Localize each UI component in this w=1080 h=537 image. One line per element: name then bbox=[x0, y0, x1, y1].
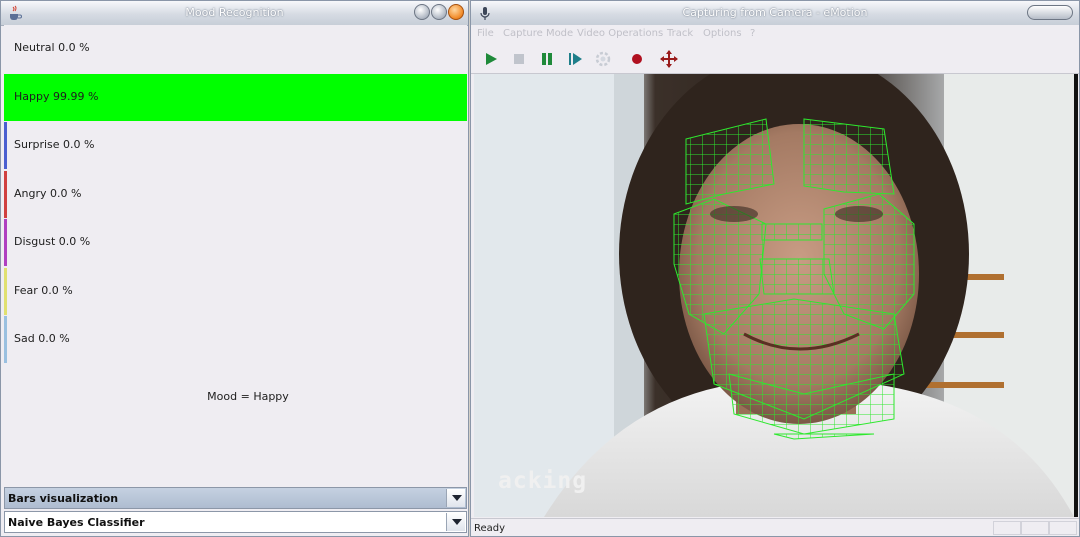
stop-icon[interactable] bbox=[509, 49, 529, 69]
visualization-select[interactable]: Bars visualization bbox=[4, 487, 467, 509]
window-title: Capturing from Camera - eMotion bbox=[682, 6, 868, 19]
window-title: Mood Recognition bbox=[185, 6, 284, 19]
tracking-label: acking bbox=[498, 468, 588, 494]
record-icon[interactable] bbox=[627, 49, 647, 69]
classifier-select[interactable]: Naive Bayes Classifier bbox=[4, 511, 467, 533]
move-icon[interactable] bbox=[659, 49, 679, 69]
menu-options[interactable]: Options bbox=[703, 28, 742, 39]
chevron-down-icon[interactable] bbox=[446, 513, 465, 531]
classifier-select-value: Naive Bayes Classifier bbox=[8, 516, 145, 529]
play-icon[interactable] bbox=[481, 49, 501, 69]
minimize-button[interactable] bbox=[414, 4, 430, 20]
menu-capture-mode[interactable]: Capture Mode bbox=[503, 28, 573, 39]
menu-file[interactable]: File bbox=[477, 28, 494, 39]
mood-bar-label: Neutral 0.0 % bbox=[14, 41, 90, 54]
mood-recognition-window: Mood Recognition Neutral 0.0 % Happy 99.9… bbox=[0, 0, 469, 537]
mood-bar-angry: Angry 0.0 % bbox=[4, 170, 467, 218]
mood-result: Mood = Happy bbox=[207, 390, 289, 403]
chevron-down-icon[interactable] bbox=[446, 489, 465, 507]
menu-bar: File Capture Mode Video Operations Track… bbox=[471, 25, 1079, 43]
toolbar bbox=[471, 44, 1079, 74]
step-forward-icon[interactable] bbox=[565, 49, 585, 69]
camera-video-feed: acking bbox=[474, 74, 1078, 517]
mood-bar-fear: Fear 0.0 % bbox=[4, 267, 467, 315]
menu-track[interactable]: Track bbox=[667, 28, 693, 39]
camera-frame bbox=[474, 74, 1078, 517]
status-cell bbox=[1021, 521, 1049, 535]
title-bar[interactable]: Capturing from Camera - eMotion bbox=[471, 1, 1079, 26]
mood-bar-label: Sad 0.0 % bbox=[14, 332, 70, 345]
menu-help[interactable]: ? bbox=[750, 28, 755, 39]
close-button[interactable] bbox=[448, 4, 464, 20]
mood-bar-label: Fear 0.0 % bbox=[14, 283, 73, 297]
status-cell bbox=[993, 521, 1021, 535]
mood-bar-label: Angry 0.0 % bbox=[14, 186, 82, 200]
pause-icon[interactable] bbox=[537, 49, 557, 69]
mood-bar-happy: Happy 99.99 % bbox=[4, 73, 467, 121]
menu-video-operations[interactable]: Video Operations bbox=[577, 28, 663, 39]
window-options-button[interactable] bbox=[1027, 5, 1073, 20]
mood-bar-surprise: Surprise 0.0 % bbox=[4, 122, 467, 169]
mood-bar-disgust: Disgust 0.0 % bbox=[4, 219, 467, 266]
settings-icon[interactable] bbox=[593, 49, 613, 69]
visualization-select-value: Bars visualization bbox=[8, 492, 119, 505]
title-bar[interactable]: Mood Recognition bbox=[1, 1, 468, 26]
mood-bar-label: Surprise 0.0 % bbox=[14, 138, 95, 151]
mood-bar-label: Disgust 0.0 % bbox=[14, 235, 91, 248]
status-text: Ready bbox=[474, 523, 506, 534]
status-cell bbox=[1049, 521, 1077, 535]
maximize-button[interactable] bbox=[431, 4, 447, 20]
mood-bar-sad: Sad 0.0 % bbox=[4, 316, 467, 363]
mood-bar-neutral: Neutral 0.0 % bbox=[4, 25, 467, 72]
emotion-camera-window: Capturing from Camera - eMotion File Cap… bbox=[470, 0, 1080, 537]
status-bar: Ready bbox=[471, 518, 1079, 536]
mood-bar-label: Happy 99.99 % bbox=[14, 89, 99, 103]
